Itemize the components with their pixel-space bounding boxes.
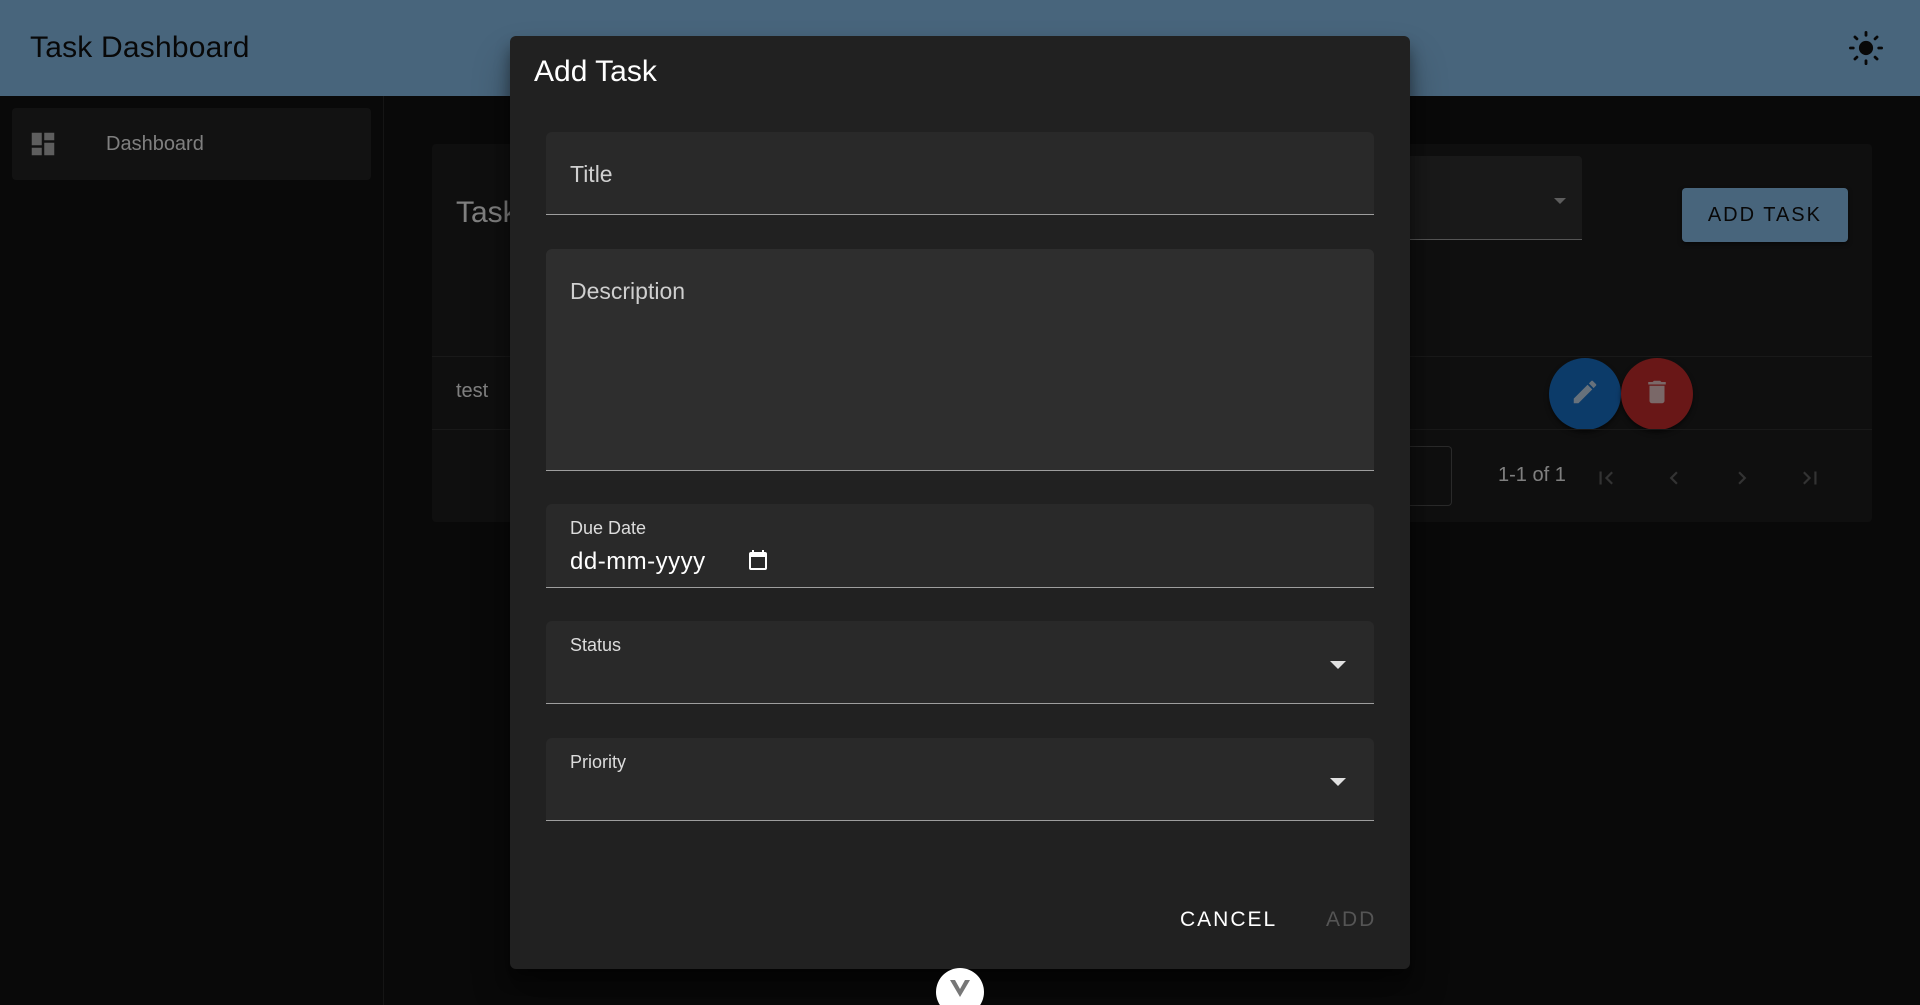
title-placeholder: Title [570,161,613,187]
priority-select[interactable]: Priority [546,738,1374,821]
calendar-icon[interactable] [746,548,770,572]
chevron-down-icon [948,978,972,1003]
description-field[interactable]: Description [546,249,1374,471]
status-select[interactable]: Status [546,621,1374,704]
chevron-down-icon [1330,778,1346,786]
due-date-field[interactable]: Due Date dd-mm-yyyy [546,504,1374,588]
dialog-title: Add Task [534,55,657,88]
add-button[interactable]: ADD [1326,908,1376,932]
description-placeholder: Description [570,278,686,304]
due-date-value[interactable]: dd-mm-yyyy [570,548,706,576]
priority-label: Priority [570,752,627,772]
add-task-dialog: Add Task Title Description Due Date dd-m… [510,36,1410,969]
due-date-label: Due Date [570,518,647,538]
status-label: Status [570,635,622,655]
chevron-down-icon [1330,661,1346,669]
cancel-button[interactable]: CANCEL [1180,908,1277,932]
title-field[interactable]: Title [546,132,1374,215]
